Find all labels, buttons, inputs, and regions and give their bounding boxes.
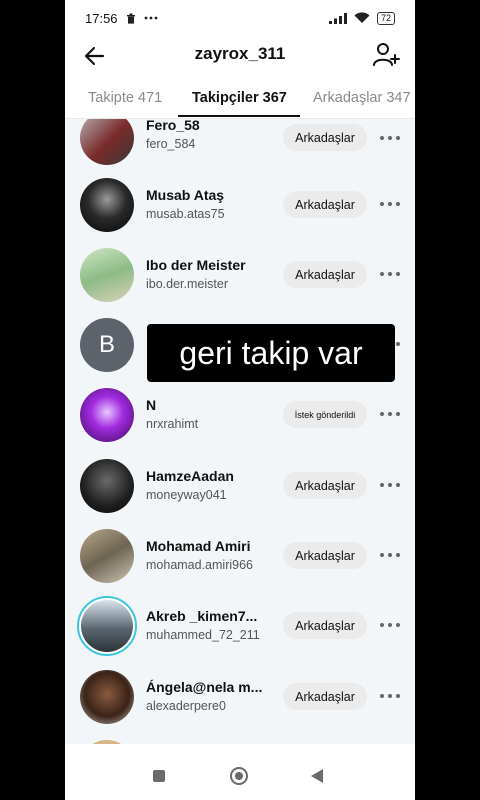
more-options-icon[interactable] [379,475,401,495]
user-handle: nrxrahimt [146,417,199,431]
user-info: Ángela@nela m... alexaderpere0 [146,679,276,713]
wifi-icon [354,12,370,23]
friends-button[interactable]: Arkadaşlar [283,124,367,151]
friends-button[interactable]: Arkadaşlar [283,261,367,288]
user-display-name: Ángela@nela m... [146,679,263,695]
home-icon[interactable] [230,767,248,785]
status-left: 17:56 [85,11,158,26]
avatar[interactable] [80,670,134,724]
user-handle: fero_584 [146,137,196,151]
caption-overlay: geri takip var [147,324,395,382]
status-time: 17:56 [85,10,118,26]
signal-icon [328,12,347,24]
more-options-icon[interactable] [379,404,401,424]
user-info: Ibo der Meister ibo.der.meister [146,257,276,291]
system-nav-bar [65,744,415,800]
avatar[interactable] [80,529,134,583]
user-display-name: Akreb _kimen7... [146,608,258,624]
status-bar: 17:56 72 [65,0,415,36]
more-dots-icon [144,16,157,20]
user-info: N nrxrahimt [146,397,276,431]
user-display-name: Mohamad Amiri [146,538,251,554]
list-item[interactable]: Fero_58 fero_584 Arkadaşlar [65,119,415,174]
avatar[interactable] [80,248,134,302]
friends-button[interactable]: Arkadaşlar [283,191,367,218]
add-user-icon[interactable] [371,40,401,70]
avatar-initial[interactable]: B [80,318,134,372]
avatar-story-ring[interactable] [77,596,137,656]
tab-bar: Takipte 471 Takipçiler 367 Arkadaşlar 34… [65,80,415,119]
friends-button[interactable]: Arkadaşlar [283,472,367,499]
avatar[interactable] [80,388,134,442]
tab-following[interactable]: Takipte 471 [88,90,162,106]
user-handle: ibo.der.meister [146,277,228,291]
more-options-icon[interactable] [379,194,401,214]
phone-screen: 17:56 72 zayrox_311 Takipte 471 Takipçil… [65,0,415,800]
user-handle: moneyway041 [146,488,227,502]
list-item[interactable]: Mohamad Amiri mohamad.amiri966 Arkadaşla… [65,525,415,595]
friends-button[interactable]: Arkadaşlar [283,542,367,569]
user-info: Akreb _kimen7... muhammed_72_211 [146,608,276,642]
user-handle: mohamad.amiri966 [146,558,253,572]
battery-indicator: 72 [376,11,395,25]
user-display-name: Fero_58 [146,119,200,133]
more-options-icon[interactable] [379,128,401,148]
page-title: zayrox_311 [194,44,286,63]
tab-followers[interactable]: Takipçiler 367 [192,90,287,106]
status-right: 72 [328,11,395,25]
user-info: Mohamad Amiri mohamad.amiri966 [146,538,276,572]
list-item[interactable] [65,736,415,744]
user-handle: alexaderpere0 [146,699,226,713]
user-handle: musab.atas75 [146,207,225,221]
user-handle: muhammed_72_211 [146,628,260,642]
list-item[interactable]: N nrxrahimt İstek gönderildi [65,384,415,454]
avatar[interactable] [80,119,134,165]
list-item[interactable]: Ángela@nela m... alexaderpere0 Arkadaşla… [65,666,415,736]
user-info: HamzeAadan moneyway041 [146,468,276,502]
active-tab-indicator [178,115,300,117]
more-options-icon[interactable] [379,615,401,635]
more-options-icon[interactable] [379,686,401,706]
request-sent-button[interactable]: İstek gönderildi [283,401,367,428]
user-info: Fero_58 fero_584 [146,119,276,151]
user-display-name: N [146,397,157,413]
more-options-icon[interactable] [379,545,401,565]
list-item[interactable]: Ibo der Meister ibo.der.meister Arkadaşl… [65,244,415,314]
avatar [81,600,133,652]
friends-button[interactable]: Arkadaşlar [283,683,367,710]
user-display-name: Ibo der Meister [146,257,246,273]
list-item[interactable]: Musab Ataş musab.atas75 Arkadaşlar [65,174,415,244]
back-triangle-icon[interactable] [311,769,323,783]
trash-icon [126,13,135,24]
more-options-icon[interactable] [379,264,401,284]
followers-list[interactable]: Fero_58 fero_584 Arkadaşlar Musab Ataş m… [65,119,415,744]
list-item[interactable]: Akreb _kimen7... muhammed_72_211 Arkadaş… [65,595,415,665]
tab-friends[interactable]: Arkadaşlar 347 [313,90,411,106]
user-display-name: HamzeAadan [146,468,234,484]
friends-button[interactable]: Arkadaşlar [283,612,367,639]
user-info: Musab Ataş musab.atas75 [146,187,276,221]
recent-apps-icon[interactable] [153,770,165,782]
top-bar: zayrox_311 [65,36,415,76]
list-item[interactable]: HamzeAadan moneyway041 Arkadaşlar [65,455,415,525]
avatar[interactable] [80,459,134,513]
avatar[interactable] [80,178,134,232]
user-display-name: Musab Ataş [146,187,225,203]
